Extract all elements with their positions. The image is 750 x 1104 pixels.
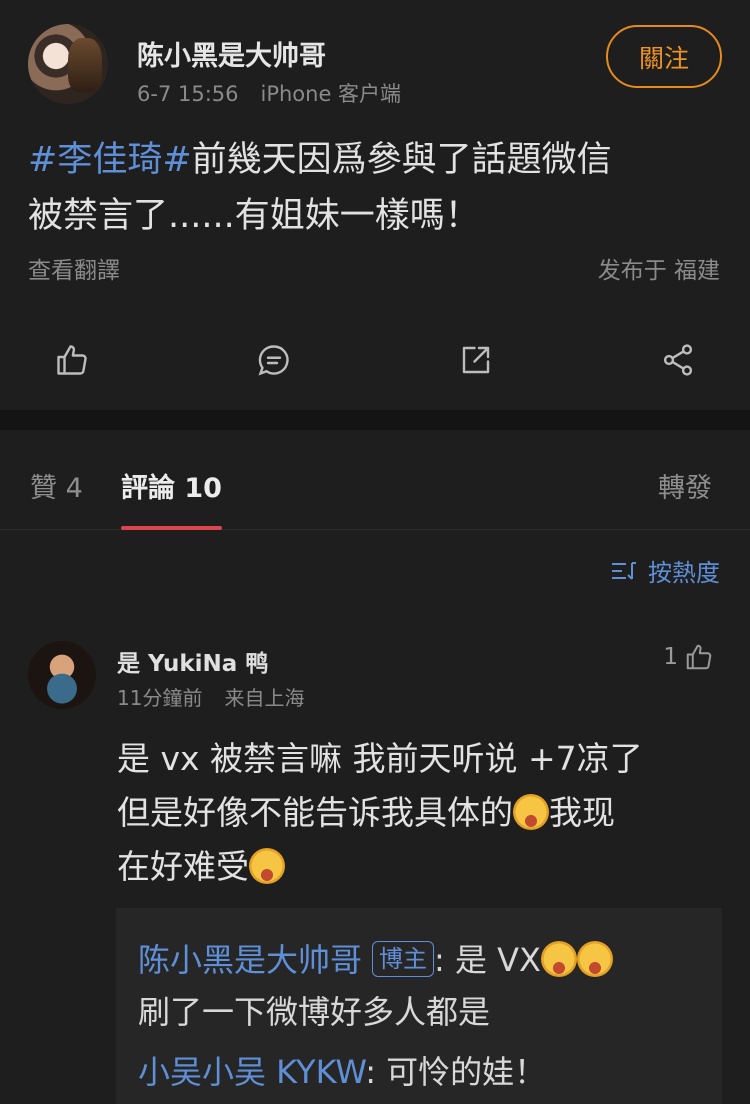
comment-text-b: 但是好像不能告诉我具体的 bbox=[117, 793, 513, 832]
comment-location: 来自上海 bbox=[224, 686, 305, 710]
sort-label: 按熱度 bbox=[648, 559, 720, 587]
comment-icon[interactable] bbox=[252, 338, 296, 382]
reply-author[interactable]: 小吴小吴 KYKW bbox=[138, 1053, 365, 1091]
crying-emoji-icon bbox=[576, 941, 613, 977]
sort-button[interactable]: 按熱度 bbox=[610, 553, 720, 588]
comment-text-d: 在好难受 bbox=[117, 847, 249, 886]
reply-text: : 是 VX bbox=[434, 941, 541, 979]
tab-likes[interactable]: 贊 4 bbox=[30, 466, 83, 505]
reply-text-continued: 刷了一下微博好多人都是 bbox=[138, 993, 491, 1031]
author-avatar[interactable] bbox=[28, 24, 108, 104]
post-card: 陈小黑是大帅哥 6-7 15:56 iPhone 客户端 關注 #李佳琦#前幾天因… bbox=[0, 0, 750, 410]
commenter-avatar[interactable] bbox=[28, 641, 96, 709]
like-icon bbox=[686, 644, 712, 670]
commenter-name[interactable]: 是 YukiNa 鸭 bbox=[117, 644, 268, 678]
comment-text: 是 vx 被禁言嘛 我前天听说 +7凉了 但是好像不能告诉我具体的 我现 在好难受 bbox=[117, 732, 717, 894]
like-icon[interactable] bbox=[50, 338, 94, 382]
repost-icon[interactable] bbox=[454, 338, 498, 382]
tab-comments[interactable]: 評論 10 bbox=[121, 466, 222, 505]
share-icon[interactable] bbox=[656, 338, 700, 382]
tab-bar: 贊 4 評論 10 轉發 bbox=[0, 430, 750, 530]
tab-reposts[interactable]: 轉發 bbox=[658, 466, 712, 505]
active-tab-indicator bbox=[121, 526, 222, 530]
crying-emoji-icon bbox=[249, 848, 285, 884]
author-name[interactable]: 陈小黑是大帅哥 bbox=[137, 34, 326, 73]
replies-box[interactable]: 陈小黑是大帅哥 博主: 是 VX 刷了一下微博好多人都是 小吴小吴 KYKW: 可… bbox=[116, 908, 722, 1104]
comment-text-c: 我现 bbox=[549, 793, 615, 832]
sort-icon bbox=[612, 561, 636, 580]
comment-like-count: 1 bbox=[663, 644, 678, 670]
hashtag-link[interactable]: #李佳琦# bbox=[28, 140, 192, 180]
reply-author[interactable]: 陈小黑是大帅哥 bbox=[138, 941, 362, 979]
post-text-line1: 前幾天因爲參與了話題微信 bbox=[191, 140, 612, 180]
post-location: 发布于 福建 bbox=[597, 258, 720, 284]
reply-item: 小吴小吴 KYKW: 可怜的娃！ bbox=[138, 1048, 546, 1096]
author-badge: 博主 bbox=[372, 941, 435, 977]
post-text-line2: 被禁言了......有姐妹一樣嗎！ bbox=[28, 196, 480, 236]
reply-text: : 可怜的娃！ bbox=[365, 1053, 547, 1091]
post-text: #李佳琦#前幾天因爲參與了話題微信 被禁言了......有姐妹一樣嗎！ bbox=[28, 132, 718, 244]
comment-time: 11分鐘前 bbox=[117, 686, 203, 710]
crying-emoji-icon bbox=[513, 794, 549, 830]
follow-button[interactable]: 關注 bbox=[606, 25, 722, 88]
comment-meta: 11分鐘前 来自上海 bbox=[117, 682, 304, 711]
post-client: iPhone 客户端 bbox=[260, 82, 402, 106]
translate-link[interactable]: 查看翻譯 bbox=[28, 251, 120, 285]
post-time: 6-7 15:56 bbox=[137, 82, 239, 106]
comment-text-a: 是 vx 被禁言嘛 我前天听说 +7凉了 bbox=[117, 739, 643, 778]
comment-like-button[interactable]: 1 bbox=[663, 642, 714, 672]
crying-emoji-icon bbox=[540, 941, 577, 977]
reply-item: 陈小黑是大帅哥 博主: 是 VX bbox=[138, 936, 613, 984]
post-meta: 6-7 15:56 iPhone 客户端 bbox=[137, 78, 401, 108]
section-divider bbox=[0, 410, 750, 430]
